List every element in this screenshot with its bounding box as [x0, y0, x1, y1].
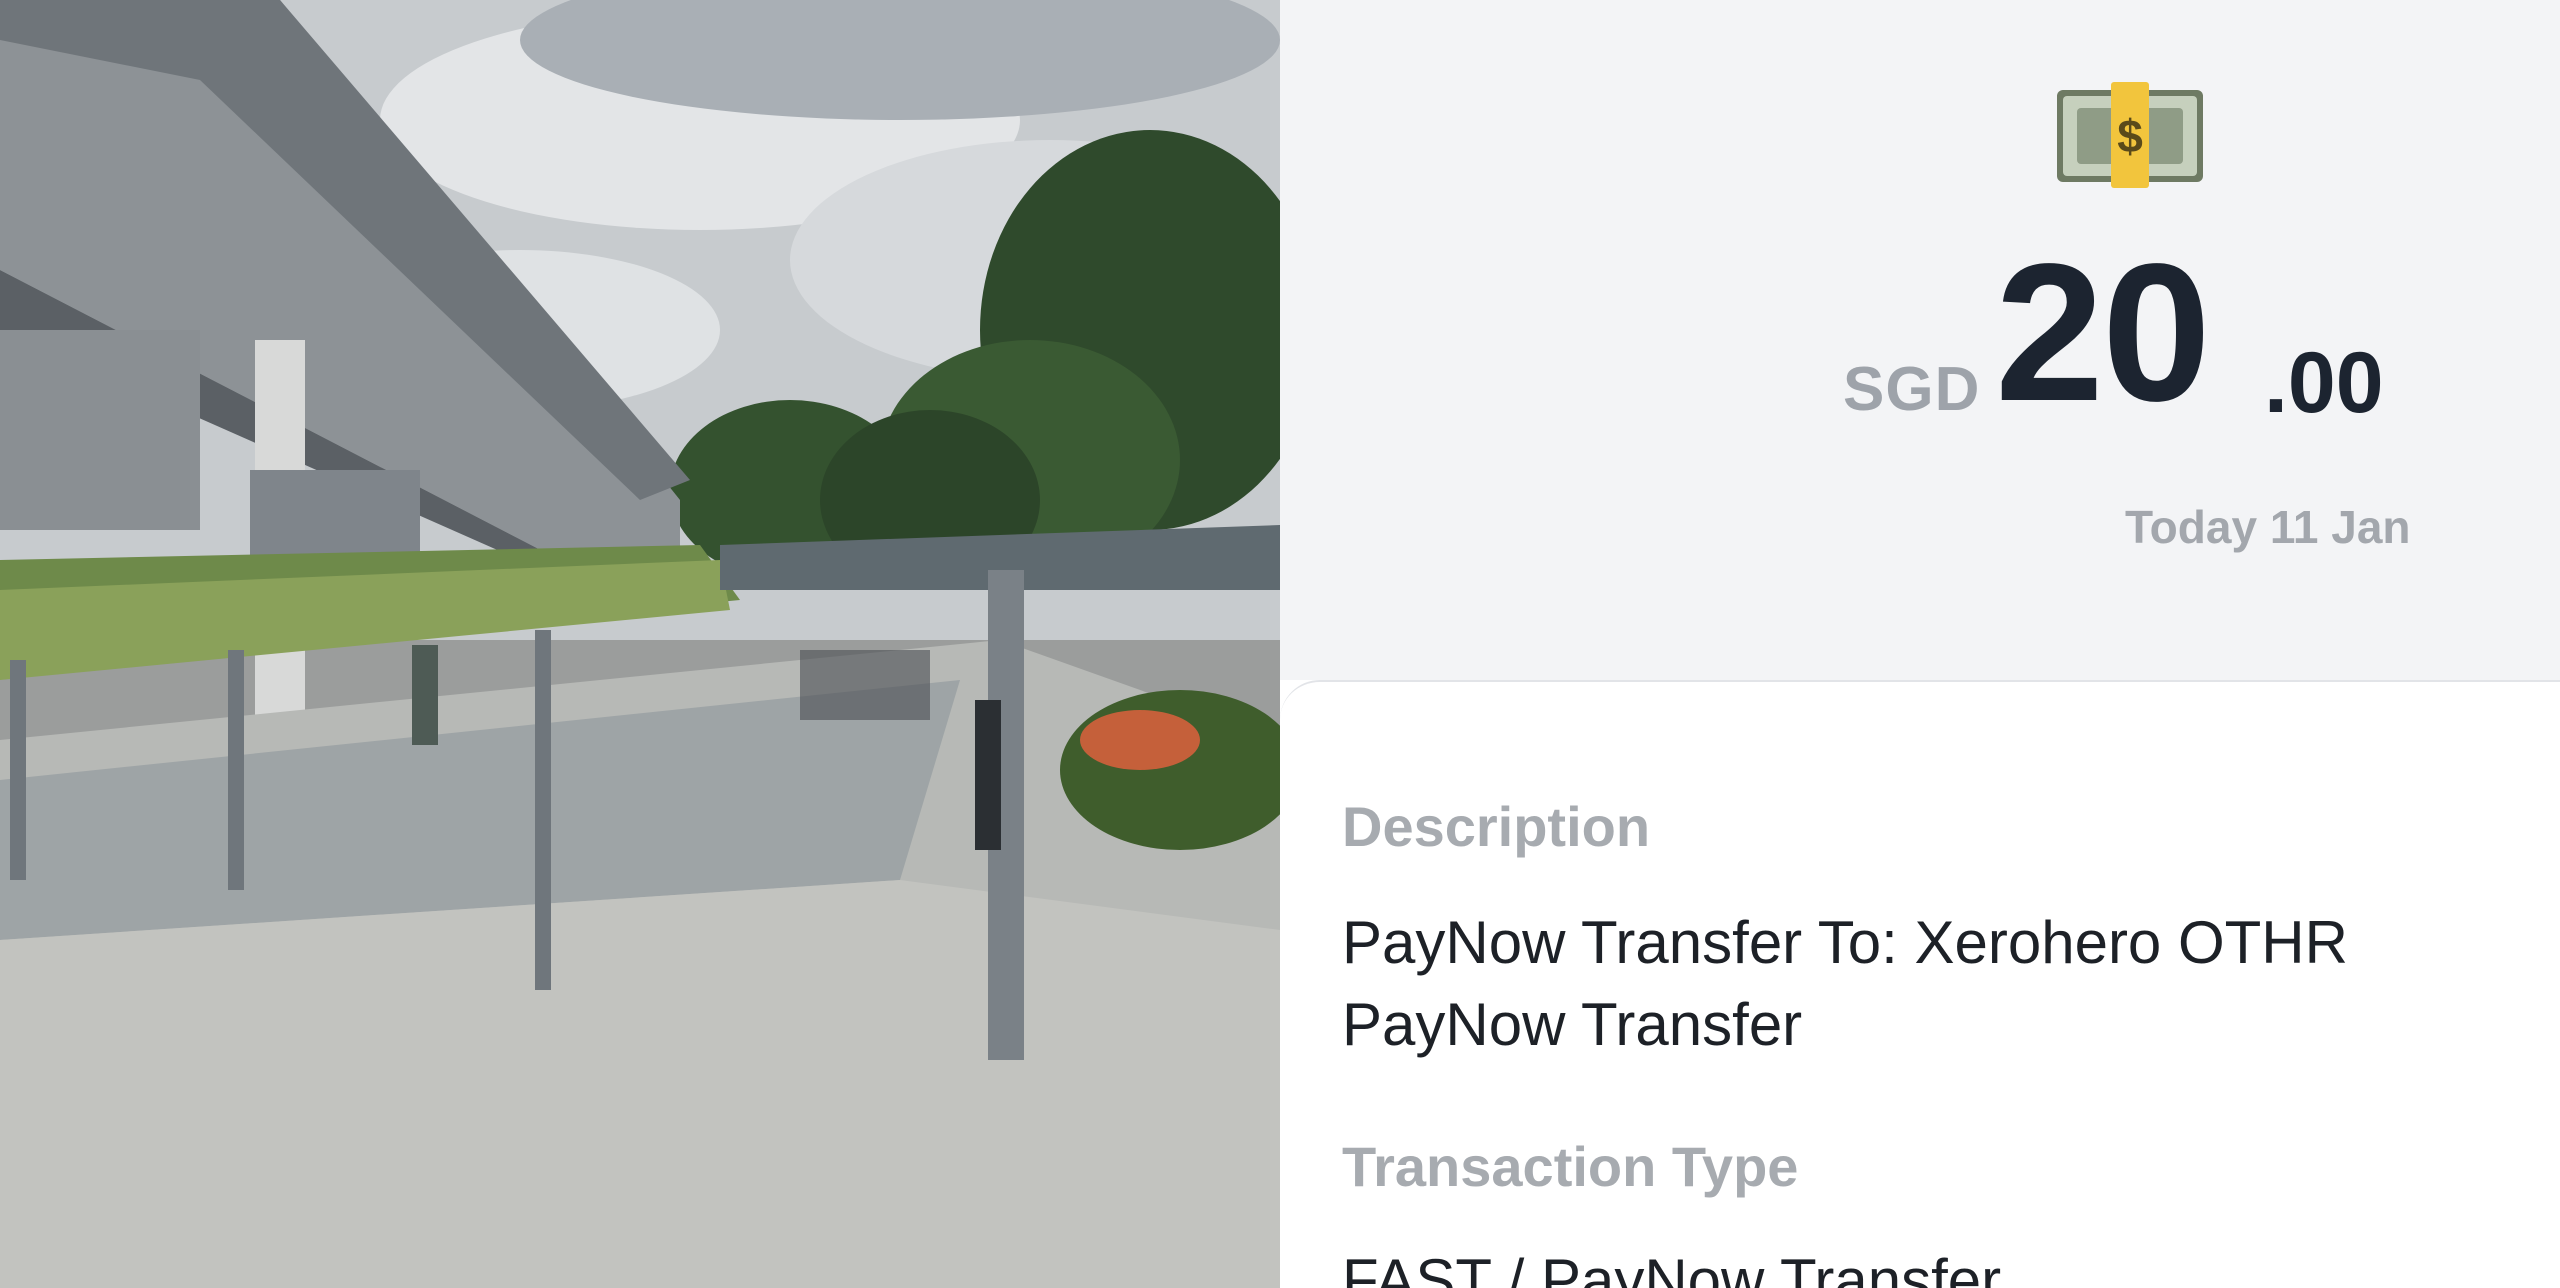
description-value: PayNow Transfer To: Xerohero OTHR PayNow…: [1342, 902, 2540, 1066]
description-label: Description: [1342, 795, 1651, 858]
amount-major: 20: [1995, 223, 2211, 442]
description-line-1: PayNow Transfer To: Xerohero OTHR: [1342, 909, 2348, 976]
street-photo: [0, 0, 1280, 1288]
amount-currency: SGD: [1843, 355, 1981, 424]
amount-header: $ SGD 20 .00 Today 11 Jan: [1280, 0, 2560, 680]
transaction-date: Today 11 Jan: [2125, 501, 2411, 553]
transaction-detail-screen: $ SGD 20 .00 Today 11 Jan Description Pa…: [1280, 0, 2560, 1288]
transaction-type-value: FAST / PayNow Transfer: [1342, 1247, 2002, 1288]
street-photo-drawing: [0, 0, 1280, 1288]
amount-minor: .00: [2264, 335, 2384, 431]
description-line-2: PayNow Transfer: [1342, 991, 1803, 1058]
svg-text:$: $: [2117, 110, 2143, 162]
composite-image: $ SGD 20 .00 Today 11 Jan Description Pa…: [0, 0, 2560, 1288]
transaction-details-card: Description PayNow Transfer To: Xerohero…: [1280, 680, 2560, 1288]
transaction-type-label: Transaction Type: [1342, 1135, 1799, 1198]
transaction-amount: SGD 20 .00: [1280, 223, 2560, 442]
money-bag-icon: $: [2057, 82, 2203, 188]
